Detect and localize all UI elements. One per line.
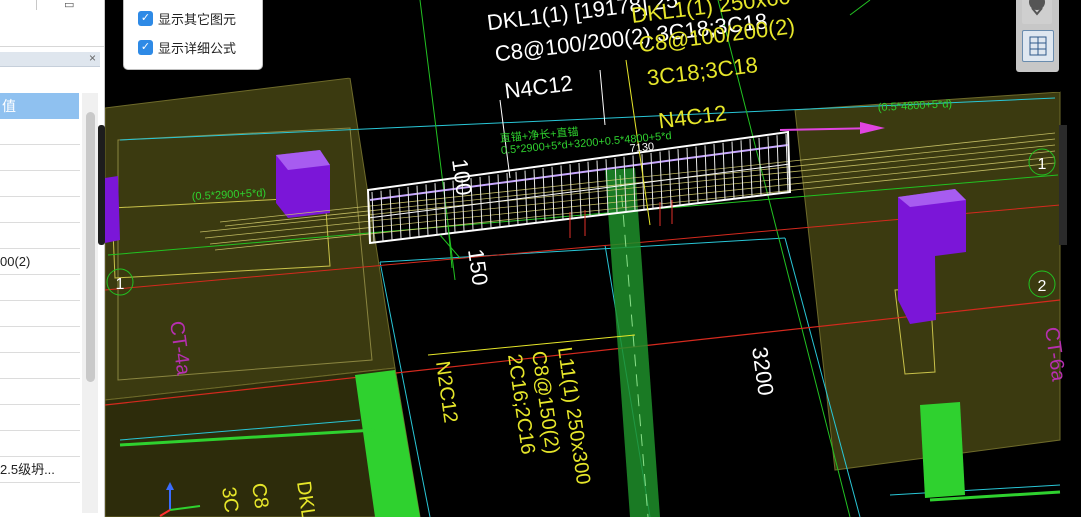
dimension-150: 150 bbox=[463, 247, 493, 287]
property-row[interactable] bbox=[0, 405, 80, 431]
property-row[interactable]: 2.5级坍... bbox=[0, 457, 80, 483]
axis-bubble-2: 2 bbox=[1038, 278, 1047, 295]
property-row[interactable] bbox=[0, 197, 80, 223]
show-detailed-formula-option[interactable]: ✓ 显示详细公式 bbox=[138, 38, 236, 56]
value-column-header[interactable]: 值 bbox=[0, 93, 79, 119]
column-purple-left bbox=[105, 176, 120, 243]
axis-bubble-left: 1 bbox=[116, 276, 125, 293]
checkbox-checked-icon[interactable]: ✓ bbox=[138, 39, 153, 55]
panel-title-bar: × bbox=[0, 51, 100, 67]
show-detailed-formula-label: 显示详细公式 bbox=[158, 40, 237, 56]
show-other-elements-option[interactable]: ✓ 显示其它图元 bbox=[138, 9, 236, 27]
close-icon[interactable]: × bbox=[89, 51, 96, 65]
property-row[interactable] bbox=[0, 145, 80, 171]
bottom-label-3c: 3C bbox=[217, 486, 242, 514]
property-row[interactable] bbox=[0, 223, 80, 249]
show-other-elements-label: 显示其它图元 bbox=[158, 11, 237, 27]
panel-collapse-handle[interactable] bbox=[98, 125, 105, 245]
property-row[interactable] bbox=[0, 431, 80, 457]
toolbar-divider bbox=[36, 0, 37, 10]
bottom-label-c8: C8 bbox=[247, 482, 272, 510]
slab-left bbox=[105, 77, 396, 401]
property-row[interactable] bbox=[0, 119, 80, 145]
properties-panel: ▭ × 值 00(2) 2.5级坍... bbox=[0, 0, 105, 517]
view-toolbar bbox=[1016, 0, 1059, 72]
property-row[interactable] bbox=[0, 379, 80, 405]
property-row[interactable] bbox=[0, 327, 80, 353]
cad-viewport[interactable]: 1 1 2 DKL1(1) [19178] 25 C8@100/200(2) 3… bbox=[105, 0, 1081, 517]
property-row[interactable] bbox=[0, 275, 80, 301]
right-collapse-handle[interactable] bbox=[1059, 125, 1067, 245]
table-icon[interactable]: ▭ bbox=[64, 0, 74, 11]
property-rows: 00(2) 2.5级坍... bbox=[0, 119, 80, 483]
grid-view-icon[interactable] bbox=[1022, 30, 1054, 62]
axis-bubble-1: 1 bbox=[1038, 156, 1047, 173]
view-orbit-icon[interactable] bbox=[1022, 0, 1052, 24]
property-row[interactable]: 00(2) bbox=[0, 249, 80, 275]
column-green-right bbox=[920, 402, 965, 498]
property-row[interactable] bbox=[0, 301, 80, 327]
checkbox-checked-icon[interactable]: ✓ bbox=[138, 10, 153, 26]
property-row[interactable] bbox=[0, 171, 80, 197]
display-options-panel: ✓ 显示其它图元 ✓ 显示详细公式 bbox=[123, 0, 263, 70]
property-row[interactable] bbox=[0, 353, 80, 379]
scrollbar-thumb[interactable] bbox=[86, 112, 95, 382]
dimension-100: 100 bbox=[447, 157, 477, 197]
panel-toolbar: ▭ bbox=[0, 0, 104, 47]
bottom-label-dkl: DKL bbox=[292, 480, 319, 517]
anchor-length: 7130 bbox=[629, 141, 654, 155]
